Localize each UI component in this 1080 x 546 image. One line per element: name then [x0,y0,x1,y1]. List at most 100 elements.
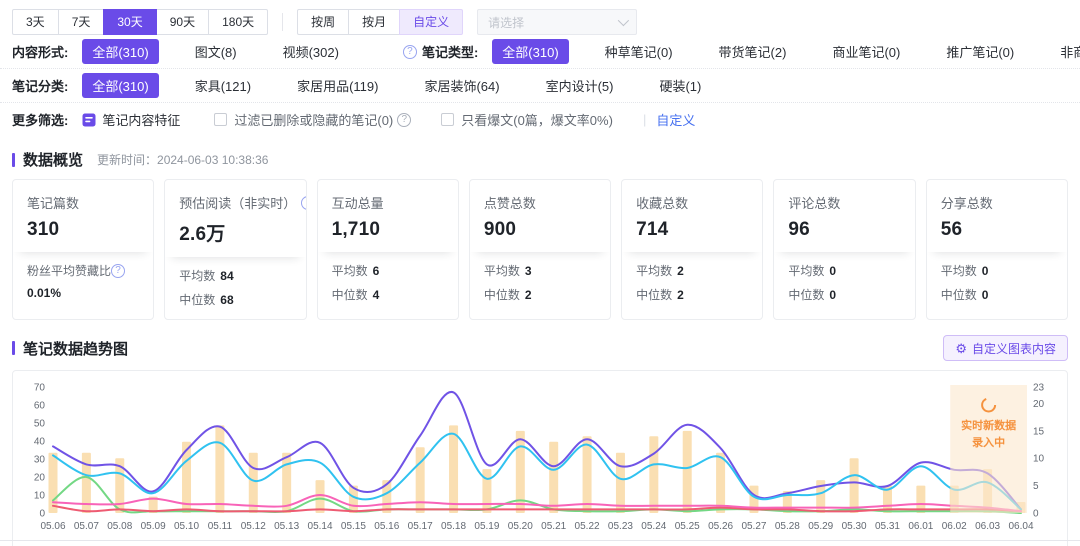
question-icon[interactable]: ? [301,195,306,210]
svg-text:70: 70 [34,383,46,394]
stat-cards: 笔记篇数 310 粉丝平均赞藏比 ? 0.01% 预估阅读（非实时）? 2.6万… [0,170,1080,320]
select-placeholder: 请选择 [488,15,525,30]
category-all[interactable]: 全部(310) [82,73,159,98]
svg-text:23: 23 [1033,383,1045,394]
divider [282,13,284,31]
card-title: 笔记篇数 [27,196,80,211]
note-category-label: 笔记分类: [12,79,69,94]
svg-text:05.08: 05.08 [107,521,132,532]
content-form-image-text[interactable]: 图文(8) [185,39,247,64]
category-decor[interactable]: 家居装饰(64) [414,73,509,98]
svg-text:30: 30 [34,455,46,466]
line-series-收藏数 [52,432,1022,511]
filter-row-category: 笔记分类: 全部(310) 家具(121) 家居用品(119) 家居装饰(64)… [0,69,1080,102]
period-monthly[interactable]: 按月 [348,9,401,35]
card-title: 点赞总数 [483,196,536,211]
time-range-7d[interactable]: 7天 [57,9,105,35]
card-title: 预估阅读（非实时）? [179,193,306,212]
fan-like-ratio-value: 0.01% [27,286,62,300]
card-title: 收藏总数 [636,196,689,211]
svg-text:06.02: 06.02 [942,521,967,532]
card-total-shares: 分享总数 56 平均数 0 中位数 0 [925,179,1068,320]
category-household[interactable]: 家居用品(119) [287,73,388,98]
svg-text:40: 40 [34,437,46,448]
update-time: 更新时间：2024-06-03 10:38:36 [97,153,269,167]
time-range-90d[interactable]: 90天 [155,9,210,35]
filter-row-more: 更多筛选: 笔记内容特征 过滤已删除或隐藏的笔记(0) ? 只看爆文(0篇，爆文… [0,103,1080,136]
content-form-all[interactable]: 全部(310) [82,39,159,64]
time-range-group: 3天 7天 30天 90天 180天 [12,9,269,35]
trend-section: 笔记数据趋势图 ⚙ 自定义图表内容 0 10 20 30 40 50 60 70 0 5 10 15 2… [0,320,1080,546]
note-type-seeding[interactable]: 种草笔记(0) [595,39,683,64]
time-range-180d[interactable]: 180天 [208,9,269,35]
note-type-non-business[interactable]: 非商业笔记(310) [1050,39,1080,64]
date-range-select[interactable]: 请选择 [477,9,638,35]
filter-deleted-option[interactable]: 过滤已删除或隐藏的笔记(0) ? [214,110,412,129]
svg-text:05.31: 05.31 [875,521,900,532]
card-value: 96 [788,219,810,240]
line-series-评论数 [52,476,1022,514]
chevron-down-icon [617,14,630,27]
svg-text:05.09: 05.09 [141,521,166,532]
card-note-count: 笔记篇数 310 粉丝平均赞藏比 ? 0.01% [12,179,155,320]
period-weekly[interactable]: 按周 [297,9,350,35]
period-custom[interactable]: 自定义 [399,9,464,35]
svg-text:05.19: 05.19 [474,521,499,532]
card-total-likes: 点赞总数 900 平均数 3 中位数 2 [468,179,612,320]
custom-filter-link[interactable]: 自定义 [656,110,695,129]
svg-text:05.29: 05.29 [808,521,833,532]
chart-legend: 预估阅读点赞数收藏数评论数分享数平均互动量笔记数 [13,542,1067,546]
svg-text:05.26: 05.26 [708,521,733,532]
filter-deleted-checkbox[interactable] [214,113,228,126]
category-hard-decor[interactable]: 硬装(1) [649,73,711,98]
question-icon[interactable]: ? [402,44,417,59]
svg-text:05.23: 05.23 [608,521,633,532]
card-value: 56 [940,219,963,240]
svg-text:05.28: 05.28 [775,521,800,532]
svg-text:05.30: 05.30 [842,521,867,532]
category-interior-design[interactable]: 室内设计(5) [536,73,624,98]
time-range-3d[interactable]: 3天 [12,9,59,35]
note-type-business[interactable]: 商业笔记(0) [822,39,910,64]
time-range-30d[interactable]: 30天 [103,9,157,35]
svg-text:05.12: 05.12 [241,521,266,532]
svg-text:05.25: 05.25 [675,521,700,532]
overview-title: 数据概览 [23,152,84,169]
card-total-interactions: 互动总量 1,710 平均数 6 中位数 4 [316,179,459,320]
customize-chart-button[interactable]: ⚙ 自定义图表内容 [943,335,1068,361]
svg-text:05.16: 05.16 [374,521,399,532]
note-type-promotion[interactable]: 推广笔记(0) [936,39,1024,64]
svg-text:20: 20 [34,473,46,484]
question-icon[interactable]: ? [397,112,412,127]
x-axis-labels: 05.06 05.07 05.08 05.09 05.10 05.11 05.12 05.13… [40,521,1033,532]
only-viral-option[interactable]: 只看爆文(0篇，爆文率0%) [441,110,613,129]
svg-text:05.24: 05.24 [641,521,666,532]
accent-bar [12,341,15,355]
category-furniture[interactable]: 家具(121) [185,73,261,98]
note-content-feature-text: 笔记内容特征 [102,113,181,128]
card-title: 互动总量 [331,196,384,211]
overview-header: 数据概览 更新时间：2024-06-03 10:38:36 [0,149,1080,170]
question-icon[interactable]: ? [111,263,126,278]
filter-row-content: 内容形式: 全部(310) 图文(8) 视频(302) ? 笔记类型: 全部(3… [0,35,1080,68]
accent-bar [12,152,15,167]
svg-text:10: 10 [34,491,46,502]
card-value: 2.6万 [179,224,226,245]
content-form-video[interactable]: 视频(302) [273,39,349,64]
toolbar: 3天 7天 30天 90天 180天 按周 按月 自定义 请选择 [0,0,1080,35]
right-axis-labels: 0 5 10 15 20 23 [1033,383,1045,520]
note-content-feature-icon [82,113,96,126]
svg-text:06.03: 06.03 [975,521,1000,532]
svg-text:05.13: 05.13 [274,521,299,532]
note-type-goods[interactable]: 带货笔记(2) [709,39,797,64]
svg-text:实时新数据: 实时新数据 [961,418,1016,432]
card-value: 714 [636,219,669,240]
svg-text:06.01: 06.01 [908,521,933,532]
svg-text:20: 20 [1033,399,1045,410]
note-content-feature-button[interactable]: 笔记内容特征 [82,110,180,129]
note-type-all[interactable]: 全部(310) [492,39,569,64]
only-viral-text: 只看爆文(0篇，爆文率0%) [461,113,613,128]
more-filters-label: 更多筛选: [12,113,69,128]
svg-text:05.22: 05.22 [575,521,600,532]
only-viral-checkbox[interactable] [441,113,455,126]
